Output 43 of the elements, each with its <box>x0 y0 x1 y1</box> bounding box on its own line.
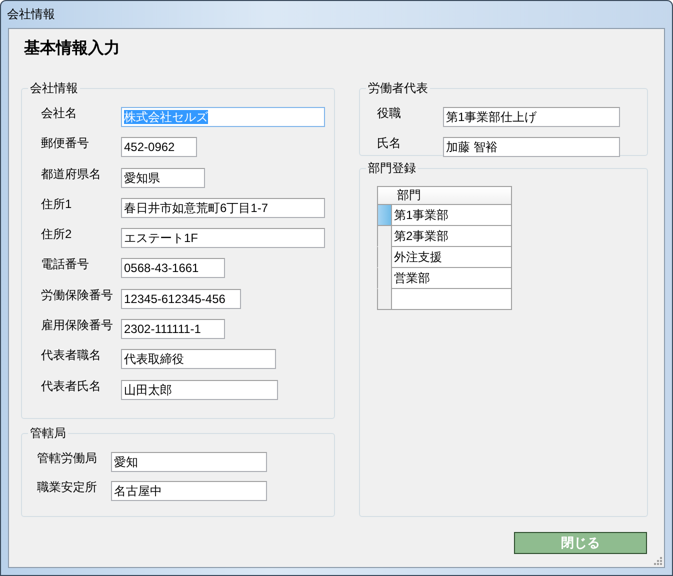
table-cell[interactable]: 外注支援 <box>391 247 512 268</box>
input-field[interactable]: 愛知 <box>111 452 267 472</box>
field-label: 管轄労働局 <box>37 450 98 467</box>
table-cell[interactable]: 第2事業部 <box>391 226 512 247</box>
window-title: 会社情報 <box>7 6 55 23</box>
input-field[interactable]: 代表取締役 <box>121 349 276 370</box>
header-corner <box>377 186 391 205</box>
field-label: 都道府県名 <box>41 166 102 183</box>
group-title: 労働者代表 <box>366 81 430 95</box>
row-indicator[interactable] <box>377 205 391 226</box>
row-indicator[interactable] <box>377 289 391 310</box>
input-field[interactable]: 愛知県 <box>121 168 205 188</box>
resize-grip-icon[interactable] <box>652 555 662 565</box>
field-label: 雇用保険番号 <box>41 317 114 334</box>
input-field[interactable]: 452-0962 <box>121 137 197 158</box>
field-label: 代表者氏名 <box>41 378 102 395</box>
page-heading: 基本情報入力 <box>23 38 121 59</box>
field-label: 代表者職名 <box>41 347 102 364</box>
input-field[interactable]: エステート1F <box>121 228 325 248</box>
group-title: 会社情報 <box>28 81 80 95</box>
column-header[interactable]: 部門 <box>391 186 512 205</box>
input-field[interactable]: 0568-43-1661 <box>121 258 225 278</box>
group-title: 部門登録 <box>366 161 418 175</box>
input-field[interactable]: 12345-612345-456 <box>121 288 241 309</box>
field-label: 職業安定所 <box>37 479 98 496</box>
input-field[interactable]: 2302-111111-1 <box>121 319 225 340</box>
field-label: 住所2 <box>41 226 73 244</box>
field-label: 電話番号 <box>41 256 90 274</box>
field-label: 氏名 <box>377 135 402 152</box>
input-field[interactable]: 加藤 智裕 <box>443 137 620 157</box>
input-field[interactable]: 第1事業部仕上げ <box>443 107 620 127</box>
input-field[interactable]: 名古屋中 <box>111 481 267 501</box>
table-cell[interactable]: 営業部 <box>391 268 512 289</box>
input-field[interactable]: 山田太郎 <box>121 380 278 400</box>
field-label: 役職 <box>377 105 402 122</box>
field-label: 郵便番号 <box>41 135 90 152</box>
table-cell[interactable] <box>391 289 512 310</box>
input-field[interactable]: 春日井市如意荒町6丁目1-7 <box>121 198 325 218</box>
field-label: 会社名 <box>41 105 78 122</box>
table-cell[interactable]: 第1事業部 <box>391 205 512 226</box>
field-label: 労働保険番号 <box>41 286 114 304</box>
field-label: 住所1 <box>41 196 73 213</box>
group-title: 管轄局 <box>28 426 68 440</box>
